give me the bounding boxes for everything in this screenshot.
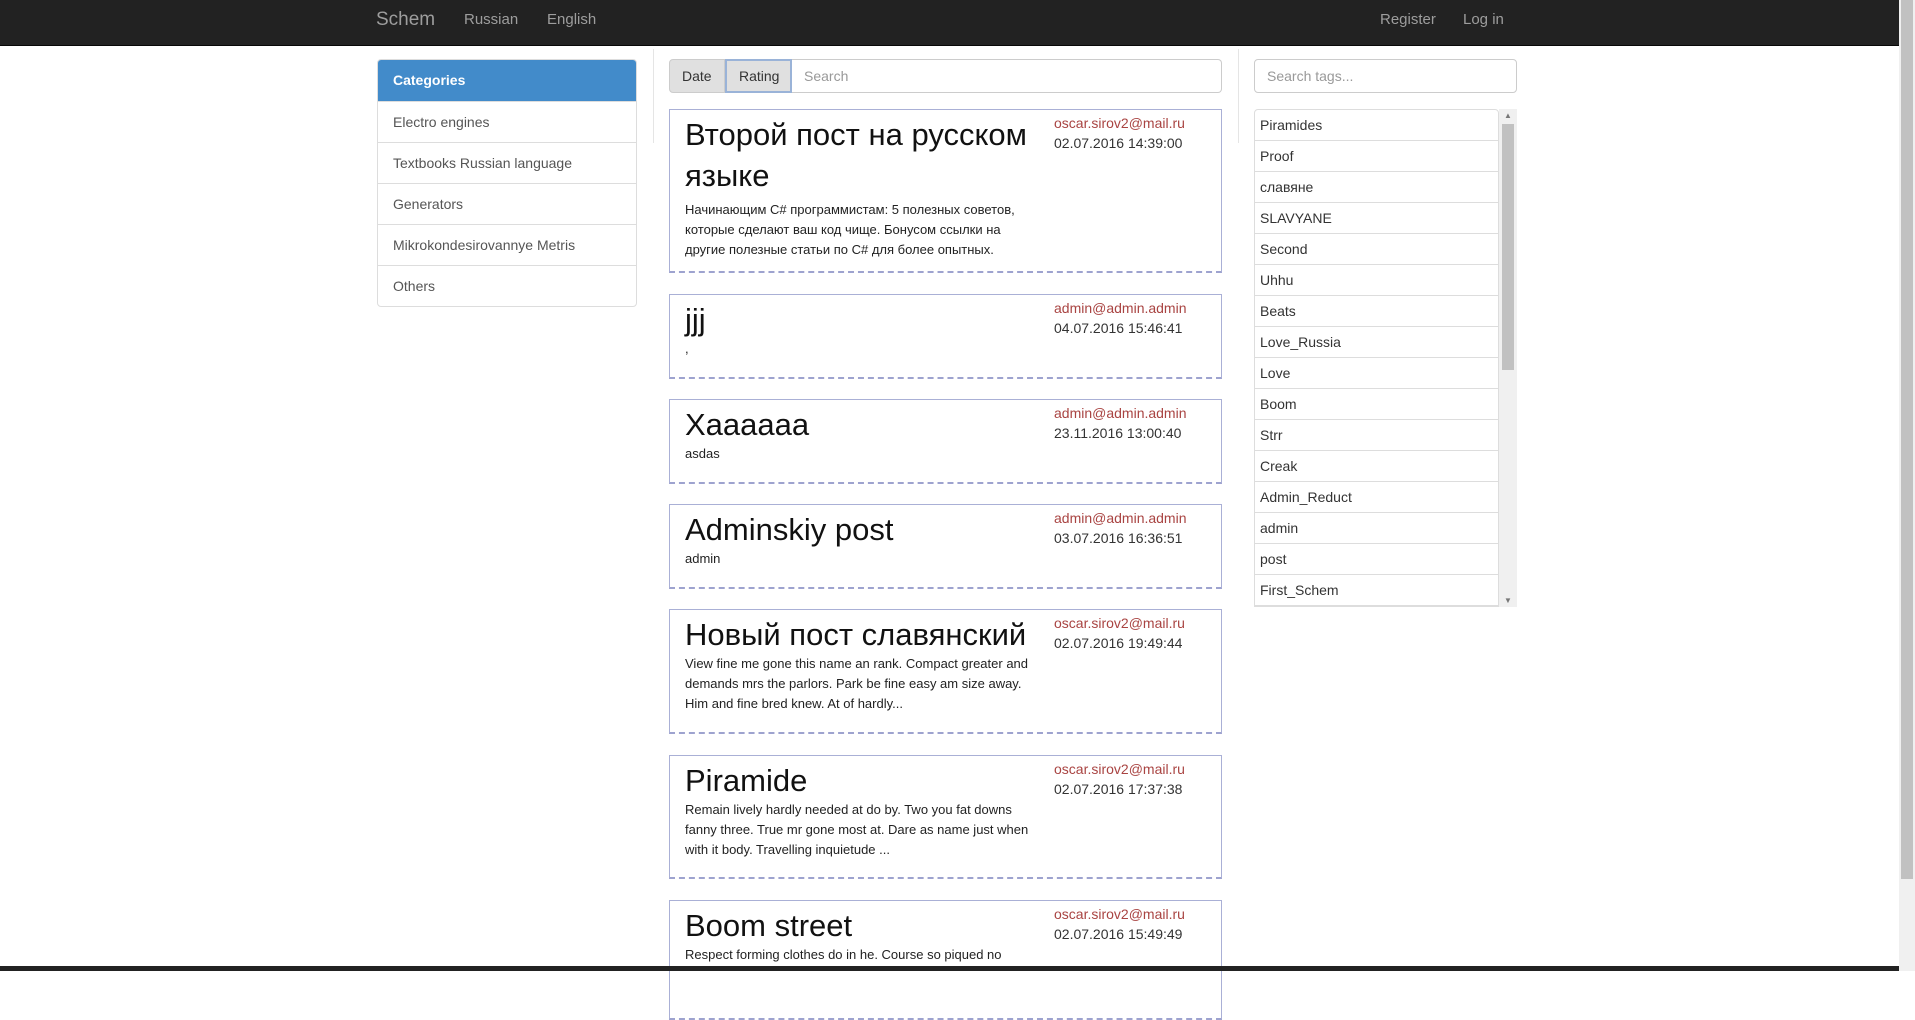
nav-english[interactable]: English (547, 0, 596, 40)
tag-search-input[interactable] (1254, 59, 1517, 93)
post-meta: oscar.sirov2@mail.ru 02.07.2016 17:37:38 (1054, 759, 1185, 799)
tag-item[interactable]: post (1255, 544, 1498, 575)
sort-date-button[interactable]: Date (669, 59, 725, 93)
post-card[interactable]: Boom street oscar.sirov2@mail.ru 02.07.20… (669, 900, 1222, 1020)
login-link[interactable]: Log in (1463, 0, 1504, 40)
category-item[interactable]: Electro engines (378, 101, 636, 142)
post-author-email[interactable]: oscar.sirov2@mail.ru (1054, 613, 1185, 633)
tag-list-scrollbar[interactable]: ▲ ▼ (1499, 109, 1517, 607)
categories-header: Categories (378, 60, 636, 101)
post-body: Respect forming clothes do in he. Course… (685, 947, 1002, 962)
post-author-email[interactable]: oscar.sirov2@mail.ru (1054, 904, 1185, 924)
tag-item[interactable]: Boom (1255, 389, 1498, 420)
post-title[interactable]: Adminskiy post (685, 509, 1035, 550)
post-card[interactable]: Второй пост на русском языке oscar.sirov… (669, 109, 1222, 273)
divider (1238, 49, 1239, 143)
post-author-email[interactable]: oscar.sirov2@mail.ru (1054, 113, 1185, 133)
post-date: 02.07.2016 19:49:44 (1054, 635, 1183, 651)
tag-item[interactable]: Second (1255, 234, 1498, 265)
post-meta: oscar.sirov2@mail.ru 02.07.2016 15:49:49 (1054, 904, 1185, 944)
scroll-down-arrow-icon[interactable]: ▼ (1499, 596, 1517, 605)
tag-item[interactable]: Uhhu (1255, 265, 1498, 296)
post-meta: admin@admin.admin 04.07.2016 15:46:41 (1054, 298, 1187, 338)
post-body: asdas (685, 446, 720, 461)
post-title[interactable]: Второй пост на русском языке (685, 114, 1035, 196)
post-title[interactable]: Новый пост славянский (685, 614, 1035, 655)
tag-item[interactable]: Creak (1255, 451, 1498, 482)
scroll-up-arrow-icon[interactable]: ▲ (1499, 111, 1517, 120)
post-date: 04.07.2016 15:46:41 (1054, 320, 1183, 336)
categories-panel: Categories Electro engines Textbooks Rus… (377, 59, 637, 307)
tag-item[interactable]: Admin_Reduct (1255, 482, 1498, 513)
post-date: 02.07.2016 14:39:00 (1054, 135, 1183, 151)
category-item[interactable]: Others (378, 265, 636, 306)
post-date: 02.07.2016 15:49:49 (1054, 926, 1183, 942)
tag-item[interactable]: Love (1255, 358, 1498, 389)
tag-item[interactable]: Piramides (1255, 110, 1498, 141)
brand-link[interactable]: Schem (376, 0, 435, 40)
tag-item[interactable]: славяне (1255, 172, 1498, 203)
tag-item[interactable]: First_Schem (1255, 575, 1498, 606)
page-scrollbar[interactable] (1899, 0, 1915, 971)
tag-item[interactable]: Beats (1255, 296, 1498, 327)
post-body: admin (685, 551, 721, 566)
post-card[interactable]: Adminskiy post admin@admin.admin 03.07.20… (669, 504, 1222, 589)
post-date: 03.07.2016 16:36:51 (1054, 530, 1183, 546)
nav-russian[interactable]: Russian (464, 0, 518, 40)
bottom-edge (0, 966, 1899, 971)
post-body: Remain lively hardly needed at do by. Tw… (685, 802, 1029, 857)
category-item[interactable]: Generators (378, 183, 636, 224)
post-date: 23.11.2016 13:00:40 (1054, 425, 1182, 441)
post-body: View fine me gone this name an rank. Com… (685, 656, 1029, 711)
post-card[interactable]: Piramide oscar.sirov2@mail.ru 02.07.2016 … (669, 755, 1222, 879)
search-input[interactable] (792, 59, 1222, 93)
page-scrollbar-thumb[interactable] (1901, 0, 1913, 879)
post-title[interactable]: Хааааaa (685, 404, 1035, 445)
sort-toolbar: Date Rating (669, 59, 1222, 93)
post-author-email[interactable]: oscar.sirov2@mail.ru (1054, 759, 1185, 779)
sort-rating-button[interactable]: Rating (725, 59, 792, 93)
post-meta: oscar.sirov2@mail.ru 02.07.2016 14:39:00 (1054, 113, 1185, 153)
post-meta: oscar.sirov2@mail.ru 02.07.2016 19:49:44 (1054, 613, 1185, 653)
scrollbar-thumb[interactable] (1502, 124, 1514, 370)
category-item[interactable]: Textbooks Russian language (378, 142, 636, 183)
tag-item[interactable]: Love_Russia (1255, 327, 1498, 358)
navbar: Schem Russian English Register Log in (0, 0, 1899, 46)
post-card[interactable]: Хааааaa admin@admin.admin 23.11.2016 13:0… (669, 399, 1222, 484)
post-author-email[interactable]: admin@admin.admin (1054, 403, 1187, 423)
register-link[interactable]: Register (1380, 0, 1436, 40)
post-author-email[interactable]: admin@admin.admin (1054, 298, 1187, 318)
tag-item[interactable]: Strr (1255, 420, 1498, 451)
post-title[interactable]: Piramide (685, 760, 1035, 801)
post-title[interactable]: jjj (685, 299, 1035, 340)
post-card[interactable]: Новый пост славянский oscar.sirov2@mail.… (669, 609, 1222, 734)
post-card[interactable]: jjj admin@admin.admin 04.07.2016 15:46:41… (669, 294, 1222, 379)
tag-list: Piramides Proof славяне SLAVYANE Second Uhhu B… (1254, 109, 1517, 607)
post-date: 02.07.2016 17:37:38 (1054, 781, 1183, 797)
post-body: , (685, 341, 689, 356)
divider (653, 49, 654, 143)
post-meta: admin@admin.admin 03.07.2016 16:36:51 (1054, 508, 1187, 548)
category-item[interactable]: Mikrokondesirovannye Metris (378, 224, 636, 265)
post-meta: admin@admin.admin 23.11.2016 13:00:40 (1054, 403, 1187, 443)
post-body: Начинающим C# программистам: 5 полезных … (685, 202, 1015, 257)
tag-item[interactable]: SLAVYANE (1255, 203, 1498, 234)
tag-item[interactable]: Proof (1255, 141, 1498, 172)
post-title[interactable]: Boom street (685, 905, 1035, 946)
tag-item[interactable]: admin (1255, 513, 1498, 544)
post-author-email[interactable]: admin@admin.admin (1054, 508, 1187, 528)
